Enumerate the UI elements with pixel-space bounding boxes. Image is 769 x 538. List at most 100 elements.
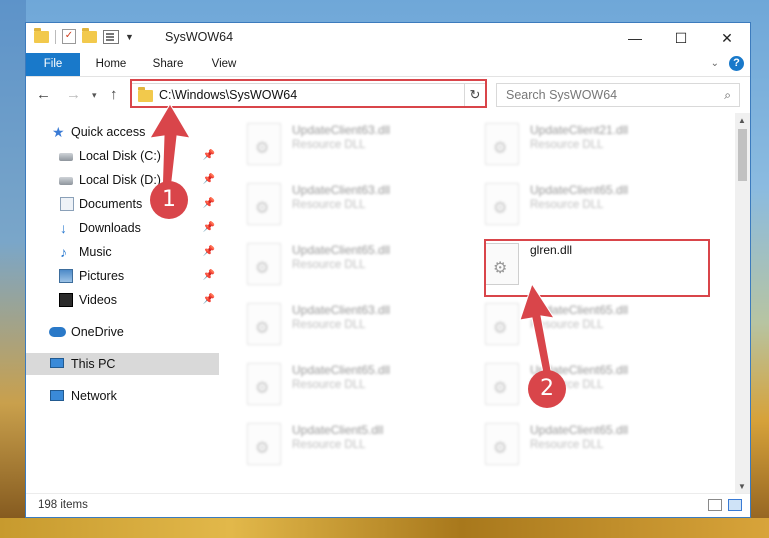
view-toggle [708,499,742,511]
scroll-thumb[interactable] [738,129,747,181]
help-icon[interactable]: ? [729,56,744,71]
file-item[interactable]: UpdateClient65.dll Resource DLL [247,239,477,295]
file-name: UpdateClient63.dll [292,303,391,317]
sidebar-item-downloads[interactable]: ↓ Downloads 📌 [26,217,219,239]
disk-icon [59,177,73,185]
dll-file-icon [485,423,519,465]
pictures-icon [59,269,73,283]
file-name: UpdateClient65.dll [292,363,391,377]
folder-icon [34,27,49,43]
disk-icon [59,153,73,161]
file-type: Resource DLL [292,379,366,391]
pin-icon[interactable]: 📌 [203,193,215,215]
maximize-button[interactable]: ☐ [658,23,704,53]
file-type: Resource DLL [530,439,604,451]
properties-icon[interactable] [103,29,119,44]
pin-icon[interactable]: 📌 [203,241,215,263]
star-icon: ★ [52,124,65,140]
network-icon [50,390,64,401]
sidebar-item-label: Network [71,389,117,403]
quick-access-toolbar: ✓ ▼ [34,27,134,44]
file-type: Resource DLL [292,319,366,331]
forward-arrow-icon[interactable]: → [66,86,81,103]
large-icons-view-icon[interactable] [728,499,742,511]
search-box[interactable]: Search SysWOW64 ⌕ [496,83,740,107]
minimize-button[interactable]: — [612,23,658,53]
dll-file-icon [247,123,281,165]
sidebar-item-music[interactable]: ♪ Music 📌 [26,241,219,263]
pin-icon[interactable]: 📌 [203,265,215,287]
navigation-bar: ← → ▾ ↑ C:\Windows\SysWOW64 ⌄ ↻ Search S… [26,77,750,113]
file-item[interactable]: UpdateClient63.dll Resource DLL [247,179,477,235]
sidebar-item-this-pc[interactable]: This PC [26,353,219,375]
properties-check-icon[interactable]: ✓ [62,29,76,44]
file-type: Resource DLL [530,199,604,211]
file-name: UpdateClient5.dll [292,423,384,437]
music-icon: ♪ [60,244,67,260]
pin-icon[interactable]: 📌 [203,145,215,167]
file-item[interactable]: UpdateClient65.dll Resource DLL [485,419,715,475]
file-item[interactable]: UpdateClient63.dll Resource DLL [247,299,477,355]
file-type: Resource DLL [292,439,366,451]
tab-home[interactable]: Home [90,53,132,76]
search-icon[interactable]: ⌕ [724,88,731,103]
computer-icon [50,358,64,368]
download-icon: ↓ [60,220,67,236]
dll-file-icon [247,243,281,285]
window-title: SysWOW64 [165,30,234,44]
file-name: UpdateClient63.dll [292,123,391,137]
sidebar-item-label: Quick access [71,125,146,139]
window-controls: — ☐ ✕ [612,23,750,53]
back-arrow-icon[interactable]: ← [36,86,51,103]
close-button[interactable]: ✕ [704,23,750,53]
dll-file-icon [485,123,519,165]
scroll-up-arrow-icon[interactable]: ▲ [738,116,746,125]
sidebar-item-label: Pictures [79,269,125,283]
videos-icon [59,293,73,307]
sidebar-item-onedrive[interactable]: OneDrive [26,321,219,343]
file-item[interactable]: UpdateClient5.dll Resource DLL [247,419,477,475]
file-name: UpdateClient63.dll [292,183,391,197]
pin-icon[interactable]: 📌 [203,217,215,239]
pin-icon[interactable]: 📌 [203,169,215,191]
up-arrow-icon[interactable]: ↑ [110,86,118,103]
pin-icon[interactable]: 📌 [203,289,215,311]
sidebar-item-label: This PC [71,357,116,371]
sidebar-item-videos[interactable]: Videos 📌 [26,289,219,311]
tab-file[interactable]: File [26,53,80,76]
file-item[interactable]: UpdateClient63.dll Resource DLL [247,119,477,175]
tab-share[interactable]: Share [144,53,192,76]
scroll-down-arrow-icon[interactable]: ▼ [738,482,746,491]
desktop-wallpaper-left [0,0,26,538]
details-view-icon[interactable] [708,499,722,511]
file-type: Resource DLL [530,139,604,151]
tab-view[interactable]: View [204,53,244,76]
file-name: UpdateClient65.dll [530,423,629,437]
file-item[interactable]: UpdateClient65.dll Resource DLL [485,179,715,235]
item-count: 198 items [38,499,88,511]
customize-toolbar-icon[interactable]: ▼ [125,32,134,42]
dll-file-icon [247,303,281,345]
expand-ribbon-chevron-icon[interactable]: ⌄ [711,58,719,69]
sidebar-item-network[interactable]: Network [26,385,219,407]
file-name: UpdateClient65.dll [292,243,391,257]
desktop-wallpaper-bottom [0,518,769,538]
cloud-icon [49,327,66,337]
file-item[interactable]: UpdateClient65.dll Resource DLL [247,359,477,415]
file-item[interactable]: UpdateClient21.dll Resource DLL [485,119,715,175]
file-type: Resource DLL [292,139,366,151]
dll-file-icon [485,183,519,225]
file-type: Resource DLL [292,259,366,271]
dll-file-icon [247,183,281,225]
search-placeholder[interactable]: Search SysWOW64 [506,88,617,102]
step1-badge: 1 [150,181,188,219]
new-folder-icon[interactable] [82,27,97,43]
sidebar-item-pictures[interactable]: Pictures 📌 [26,265,219,287]
vertical-scrollbar[interactable]: ▲ ▼ [735,113,750,493]
ribbon-right-controls: ⌄ ? [711,56,744,71]
toolbar-divider [55,29,56,44]
ribbon-tabs: File Home Share View ⌄ ? [26,53,750,77]
recent-locations-chevron-icon[interactable]: ▾ [92,90,97,101]
documents-icon [60,197,74,211]
file-name: UpdateClient21.dll [530,123,629,137]
